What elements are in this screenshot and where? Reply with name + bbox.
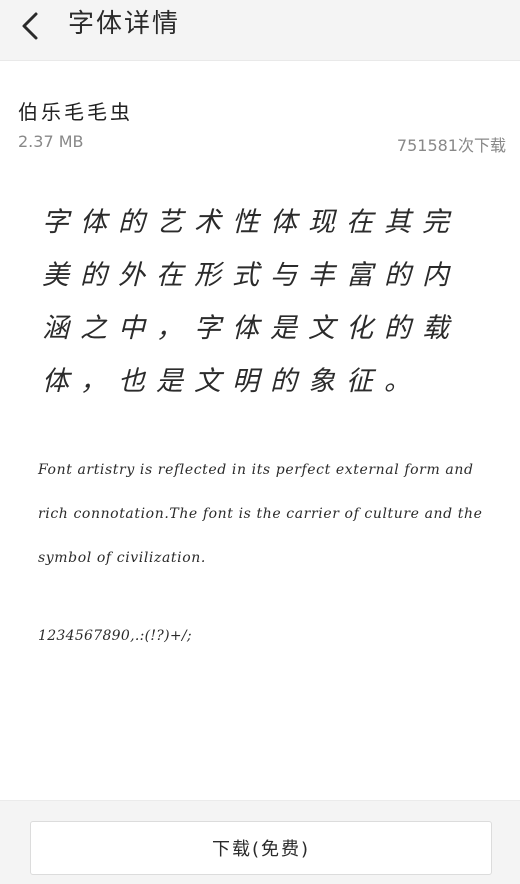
header-bar: 字体详情 — [0, 0, 520, 61]
download-button[interactable]: 下载(免费) — [30, 821, 492, 875]
digits-preview-text: 1234567890,.:(!?)+/; — [38, 628, 192, 644]
page-title: 字体详情 — [68, 9, 181, 39]
bottom-bar: 下载(免费) — [0, 800, 520, 884]
chevron-left-icon — [22, 12, 38, 40]
back-button[interactable] — [18, 10, 46, 42]
font-name: 伯乐毛毛虫 — [18, 100, 133, 124]
english-preview-text: Font artistry is reflected in its perfec… — [38, 462, 483, 566]
font-file-size: 2.37 MB — [18, 132, 84, 151]
chinese-preview-text: 字体的艺术性体现在其完美的外在形式与丰富的内涵之中，字体是文化的载体，也是文明的… — [42, 207, 460, 397]
download-count: 751581次下载 — [396, 136, 506, 155]
